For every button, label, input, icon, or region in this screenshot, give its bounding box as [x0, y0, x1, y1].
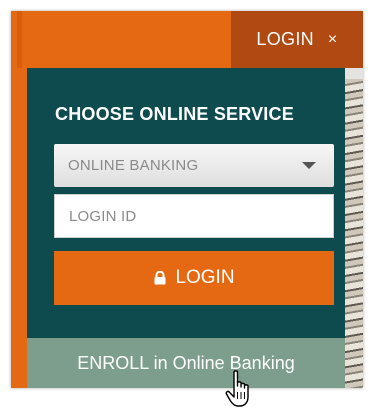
panel-title: CHOOSE ONLINE SERVICE: [55, 104, 294, 124]
hand-pointer-icon: [225, 370, 249, 407]
left-accent-bar: [11, 68, 27, 388]
background-image: [345, 79, 363, 388]
login-button-label: LOGIN: [175, 267, 235, 288]
login-tab[interactable]: LOGIN ×: [231, 11, 363, 68]
top-bar: LOGIN ×: [11, 11, 363, 68]
login-button[interactable]: LOGIN: [54, 251, 334, 305]
close-icon[interactable]: ×: [328, 31, 338, 49]
enroll-link[interactable]: ENROLL in Online Banking: [27, 338, 345, 388]
service-select-value: ONLINE BANKING: [68, 157, 199, 174]
enroll-link-label: ENROLL in Online Banking: [77, 352, 295, 373]
chevron-down-icon: [302, 162, 316, 169]
login-widget: LOGIN × CHOOSE ONLINE SERVICE ONLINE BAN…: [11, 11, 363, 388]
login-id-placeholder: LOGIN ID: [69, 207, 137, 225]
top-bar-accent: [17, 11, 22, 68]
login-id-input[interactable]: LOGIN ID: [54, 194, 334, 238]
service-select[interactable]: ONLINE BANKING: [54, 144, 334, 187]
login-tab-label: LOGIN: [256, 29, 314, 49]
lock-icon: [154, 271, 166, 285]
